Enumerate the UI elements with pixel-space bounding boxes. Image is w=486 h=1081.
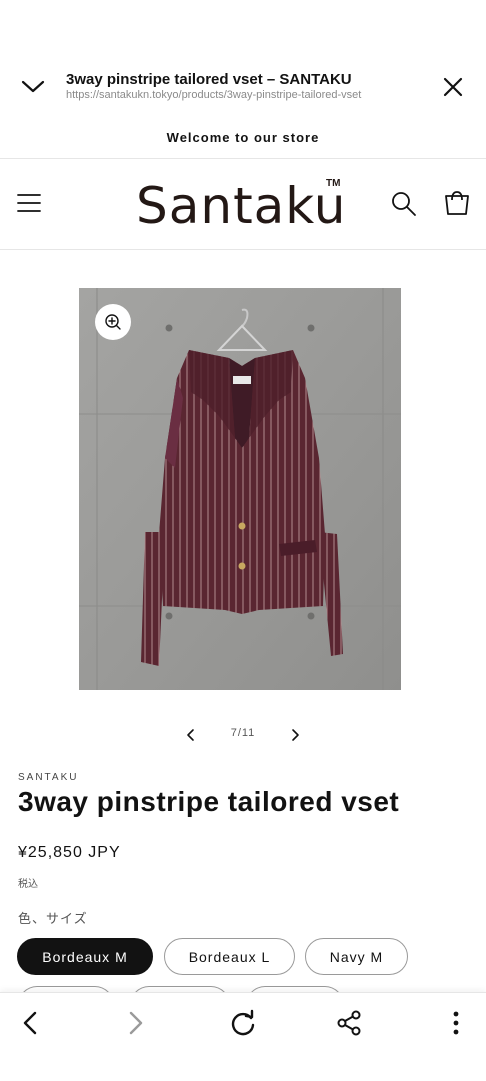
tab-url[interactable]: https://santakukn.tokyo/products/3way-pi… — [66, 89, 361, 101]
announcement-bar: Welcome to our store — [0, 118, 486, 159]
variant-option-label: 色、サイズ — [18, 911, 88, 926]
product-image[interactable] — [79, 288, 401, 690]
cart-icon[interactable] — [442, 188, 472, 218]
chevron-right-icon — [292, 729, 299, 741]
chevron-down-icon[interactable] — [20, 76, 46, 96]
zoom-in-icon — [105, 314, 121, 330]
close-icon[interactable] — [440, 74, 466, 100]
variant-bordeaux-m[interactable]: Bordeaux M — [17, 938, 153, 975]
product-vendor: SANTAKU — [18, 772, 79, 783]
hamburger-icon[interactable] — [16, 192, 42, 214]
search-icon[interactable] — [390, 190, 418, 218]
variant-navy-m[interactable]: Navy M — [305, 938, 408, 975]
variant-bordeaux-l[interactable]: Bordeaux L — [164, 938, 295, 975]
announcement-text: Welcome to our store — [166, 130, 320, 145]
back-arrow-icon[interactable] — [14, 1007, 46, 1039]
gallery-next-button[interactable] — [287, 726, 303, 744]
gallery-prev-button[interactable] — [183, 726, 199, 744]
tax-note: 税込 — [18, 879, 38, 890]
tab-title: 3way pinstripe tailored vset – SANTAKU — [66, 71, 352, 88]
store-header: Santaku TM — [0, 158, 486, 250]
zoom-button[interactable] — [95, 304, 131, 340]
browser-bottom-nav — [0, 992, 486, 1081]
logo-text: Santaku — [136, 177, 347, 235]
forward-arrow-icon[interactable] — [120, 1007, 152, 1039]
gallery-counter: 7/11 — [230, 727, 256, 739]
reload-icon[interactable] — [227, 1007, 259, 1039]
product-price: ¥25,850 JPY — [18, 844, 121, 861]
store-logo[interactable]: Santaku TM — [136, 178, 356, 234]
chevron-left-icon — [187, 729, 194, 741]
share-icon[interactable] — [333, 1007, 365, 1039]
product-title: 3way pinstripe tailored vset — [18, 786, 400, 817]
more-vertical-icon[interactable] — [440, 1007, 472, 1039]
logo-trademark: TM — [326, 178, 341, 189]
